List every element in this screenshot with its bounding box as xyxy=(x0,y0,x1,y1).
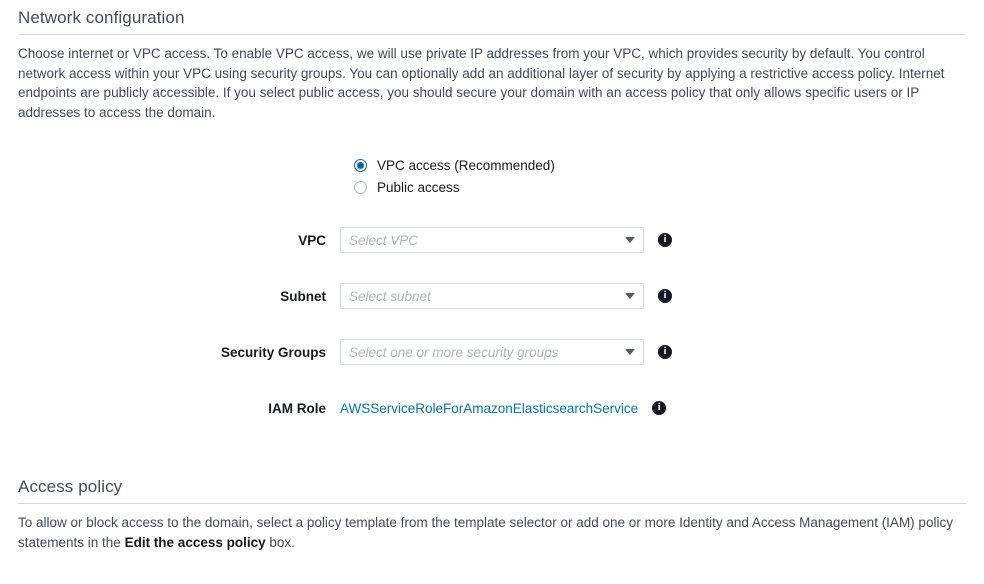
radio-vpc-access-label: VPC access (Recommended) xyxy=(377,158,555,173)
label-subnet: Subnet xyxy=(280,288,326,304)
network-configuration-page: Network configuration Choose internet or… xyxy=(0,0,984,584)
radio-option-public-access[interactable]: Public access xyxy=(354,178,966,197)
radio-public-access-label: Public access xyxy=(377,180,460,195)
select-security-groups-placeholder: Select one or more security groups xyxy=(349,344,559,360)
label-iam-role: IAM Role xyxy=(268,400,326,416)
section-divider xyxy=(18,503,966,504)
access-policy-description: To allow or block access to the domain, … xyxy=(18,513,966,552)
access-policy-section: Access policy To allow or block access t… xyxy=(0,469,984,584)
chevron-down-icon[interactable] xyxy=(625,349,635,355)
info-icon[interactable]: i xyxy=(652,401,667,415)
access-type-radio-group: VPC access (Recommended) Public access xyxy=(18,156,966,197)
label-vpc: VPC xyxy=(298,232,326,248)
select-security-groups[interactable]: Select one or more security groups xyxy=(340,339,644,365)
radio-option-vpc-access[interactable]: VPC access (Recommended) xyxy=(354,156,966,175)
iam-role-link[interactable]: AWSServiceRoleForAmazonElasticsearchServ… xyxy=(340,401,638,416)
select-subnet-placeholder: Select subnet xyxy=(349,288,431,304)
info-icon[interactable]: i xyxy=(658,345,672,359)
info-icon[interactable]: i xyxy=(658,233,672,247)
radio-vpc-access-icon[interactable] xyxy=(354,159,367,172)
info-icon[interactable]: i xyxy=(658,289,672,303)
page-title: Network configuration xyxy=(18,8,185,27)
network-description: Choose internet or VPC access. To enable… xyxy=(18,46,945,120)
access-policy-title: Access policy xyxy=(18,477,123,496)
form-row-subnet: Subnet Select subnet i xyxy=(18,283,966,309)
form-row-vpc: VPC Select VPC i xyxy=(18,227,966,253)
access-policy-description-emphasis: Edit the access policy xyxy=(124,534,266,550)
section-divider xyxy=(18,34,966,35)
form-row-security-groups: Security Groups Select one or more secur… xyxy=(18,339,966,365)
chevron-down-icon[interactable] xyxy=(625,237,635,243)
form-row-iam-role: IAM Role AWSServiceRoleForAmazonElastics… xyxy=(18,395,966,421)
radio-public-access-icon[interactable] xyxy=(354,181,367,194)
select-subnet[interactable]: Select subnet xyxy=(340,283,644,309)
label-security-groups: Security Groups xyxy=(220,344,326,360)
network-configuration-section: Network configuration Choose internet or… xyxy=(0,0,984,421)
access-policy-description-tail: box. xyxy=(265,534,295,550)
chevron-down-icon[interactable] xyxy=(625,293,635,299)
select-vpc-placeholder: Select VPC xyxy=(349,232,419,248)
iam-role-value: AWSServiceRoleForAmazonElasticsearchServ… xyxy=(340,401,667,416)
select-vpc[interactable]: Select VPC xyxy=(340,227,644,253)
